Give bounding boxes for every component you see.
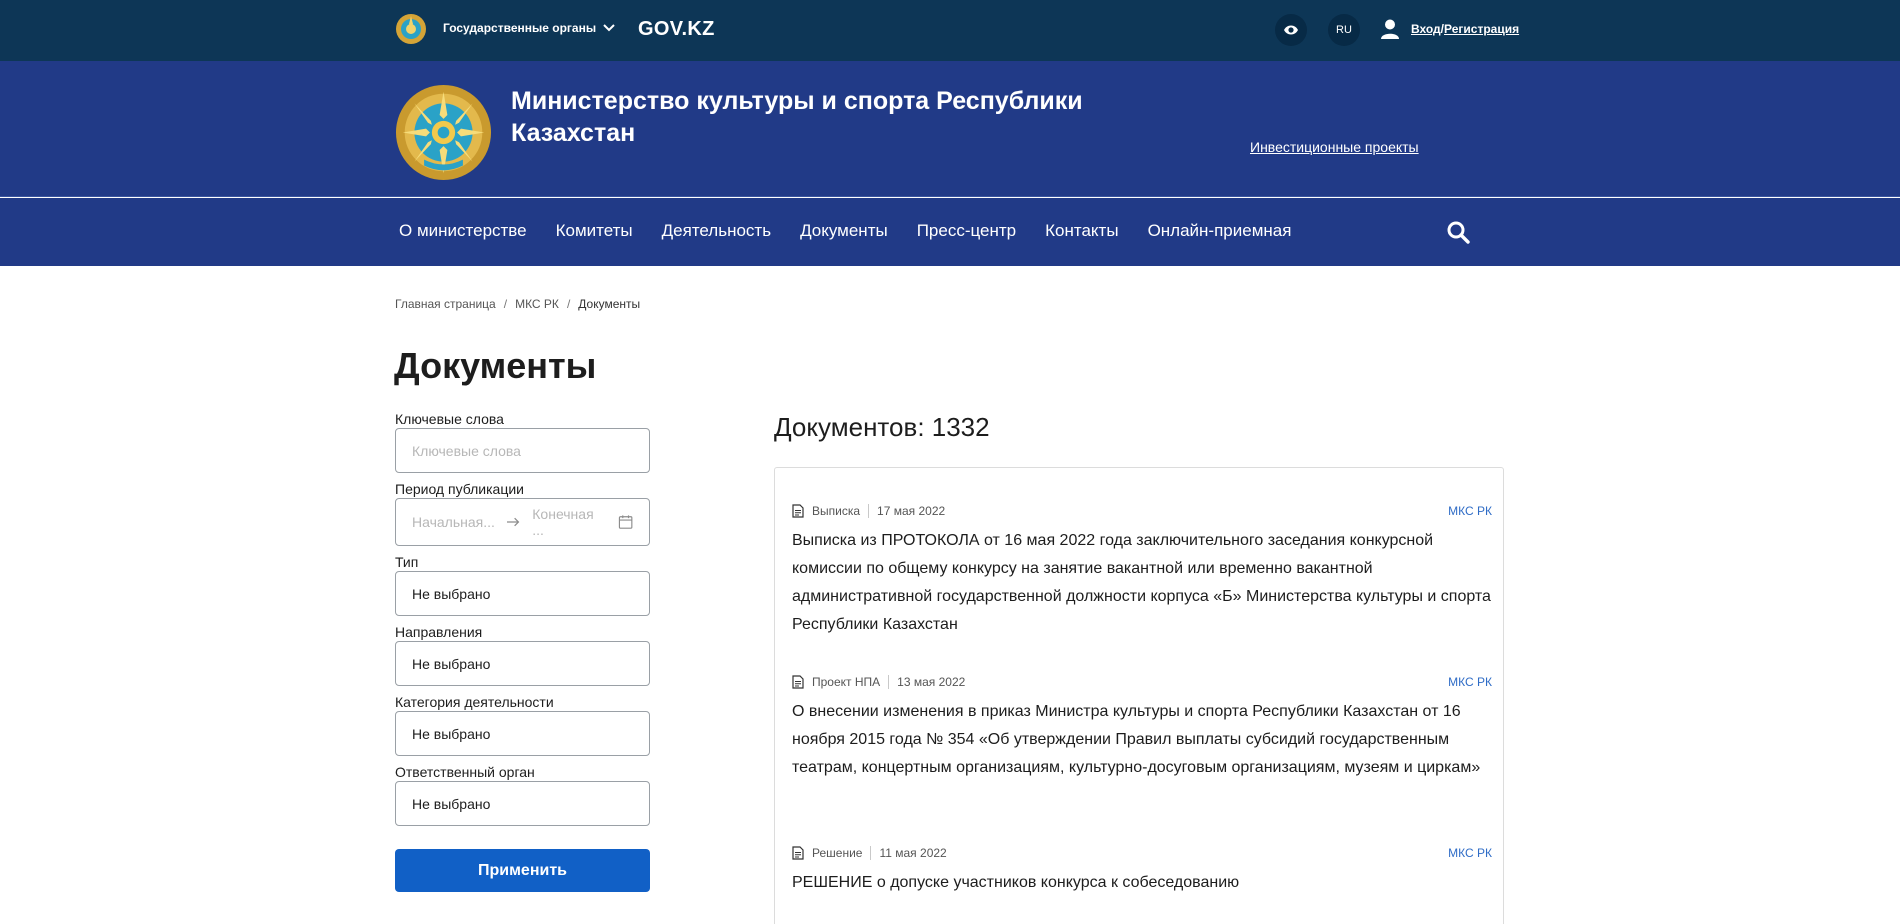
user-icon[interactable] — [1381, 19, 1399, 39]
chevron-down-icon — [603, 24, 615, 32]
nav-item-press-center[interactable]: Пресс-центр — [917, 221, 1016, 241]
ministry-title: Министерство культуры и спорта Республик… — [511, 87, 1083, 147]
login-link[interactable]: Вход — [1411, 22, 1441, 36]
kazakhstan-emblem-icon[interactable] — [395, 84, 492, 181]
category-select[interactable]: Не выбрано — [395, 711, 650, 756]
document-title[interactable]: РЕШЕНИЕ о допуске участников конкурса к … — [792, 869, 1492, 897]
document-date: 17 мая 2022 — [877, 504, 946, 518]
keywords-input[interactable]: Ключевые слова — [395, 428, 650, 473]
document-icon — [792, 675, 804, 689]
document-date: 11 мая 2022 — [879, 846, 947, 860]
breadcrumb-separator: / — [503, 297, 508, 311]
category-label: Категория деятельности — [395, 694, 554, 710]
document-title[interactable]: Выписка из ПРОТОКОЛА от 16 мая 2022 года… — [792, 527, 1492, 639]
login-register: Вход/Регистрация — [1411, 22, 1519, 36]
period-range-picker[interactable]: Начальная... Конечная ... — [395, 498, 650, 546]
top-bar: Государственные органы GOV.KZ RU Вход/Ре… — [0, 0, 1900, 61]
breadcrumb-home[interactable]: Главная страница — [395, 297, 496, 311]
search-icon[interactable] — [1446, 220, 1470, 244]
arrow-right-icon — [506, 517, 520, 527]
document-org[interactable]: МКС РК — [1448, 504, 1492, 518]
document-title[interactable]: О внесении изменения в приказ Министра к… — [792, 698, 1492, 782]
breadcrumb-current: Документы — [578, 297, 641, 311]
documents-count: Документов: 1332 — [774, 412, 990, 442]
type-select[interactable]: Не выбрано — [395, 571, 650, 616]
nav-item-about[interactable]: О министерстве — [399, 221, 527, 241]
document-icon — [792, 504, 804, 518]
nav-item-documents[interactable]: Документы — [800, 221, 888, 241]
gov-organs-dropdown[interactable]: Государственные органы — [443, 21, 616, 35]
calendar-icon[interactable] — [618, 514, 633, 530]
document-type: Выписка — [812, 504, 870, 518]
keywords-label: Ключевые слова — [395, 411, 504, 427]
directions-label: Направления — [395, 624, 483, 640]
main-nav: О министерстве Комитеты Деятельность Док… — [0, 198, 1900, 266]
nav-menu: О министерстве Комитеты Деятельность Док… — [399, 221, 1320, 241]
nav-item-committees[interactable]: Комитеты — [556, 221, 633, 241]
document-item[interactable]: Выписка 17 мая 2022 МКС РК Выписка из ПР… — [792, 503, 1492, 639]
nav-item-activity[interactable]: Деятельность — [662, 221, 771, 241]
document-type: Решение — [812, 846, 872, 860]
kazakhstan-emblem-icon[interactable] — [395, 13, 427, 45]
directions-select[interactable]: Не выбрано — [395, 641, 650, 686]
document-item[interactable]: Проект НПА 13 мая 2022 МКС РК О внесении… — [792, 674, 1492, 782]
register-link[interactable]: Регистрация — [1444, 22, 1519, 36]
period-end-input[interactable]: Конечная ... — [532, 506, 605, 538]
filter-sidebar: Ключевые слова Ключевые слова Период пуб… — [395, 411, 650, 892]
nav-item-contacts[interactable]: Контакты — [1045, 221, 1118, 241]
type-label: Тип — [395, 554, 419, 570]
breadcrumb: Главная страница / МКС РК / Документы — [395, 297, 640, 311]
period-start-input[interactable]: Начальная... — [412, 514, 495, 530]
ministry-header: Министерство культуры и спорта Республик… — [0, 61, 1900, 197]
document-item[interactable]: Решение 11 мая 2022 МКС РК РЕШЕНИЕ о доп… — [792, 845, 1492, 897]
document-meta: Решение 11 мая 2022 МКС РК — [792, 845, 1492, 861]
document-org[interactable]: МКС РК — [1448, 675, 1492, 689]
document-type: Проект НПА — [812, 675, 890, 689]
page-title: Документы — [394, 345, 597, 386]
responsible-label: Ответственный орган — [395, 764, 535, 780]
eye-icon — [1284, 25, 1298, 35]
period-label: Период публикации — [395, 481, 524, 497]
gov-kz-logo[interactable]: GOV.KZ — [638, 18, 715, 41]
accessibility-eye-button[interactable] — [1275, 14, 1307, 46]
document-meta: Выписка 17 мая 2022 МКС РК — [792, 503, 1492, 519]
documents-list: Выписка 17 мая 2022 МКС РК Выписка из ПР… — [774, 467, 1504, 924]
document-icon — [792, 846, 804, 860]
apply-button[interactable]: Применить — [395, 849, 650, 892]
language-button[interactable]: RU — [1328, 14, 1360, 46]
nav-item-online-reception[interactable]: Онлайн-приемная — [1148, 221, 1292, 241]
responsible-select[interactable]: Не выбрано — [395, 781, 650, 826]
investment-projects-link[interactable]: Инвестиционные проекты — [1250, 139, 1419, 155]
breadcrumb-separator: / — [566, 297, 571, 311]
document-date: 13 мая 2022 — [897, 675, 966, 689]
document-meta: Проект НПА 13 мая 2022 МКС РК — [792, 674, 1492, 690]
breadcrumb-mks[interactable]: МКС РК — [515, 297, 559, 311]
document-org[interactable]: МКС РК — [1448, 846, 1492, 860]
gov-organs-label: Государственные органы — [443, 21, 597, 35]
